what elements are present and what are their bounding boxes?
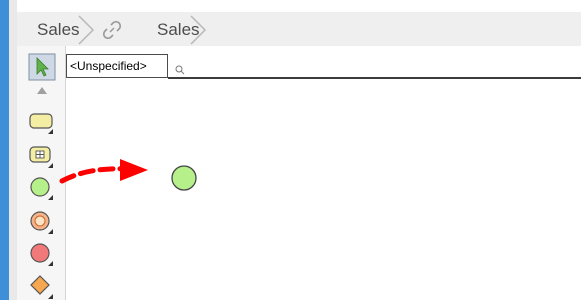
rounded-rect-icon xyxy=(29,113,53,134)
select-tool[interactable] xyxy=(27,52,57,82)
action-tool[interactable] xyxy=(27,108,57,138)
flow-final-tool[interactable] xyxy=(27,240,57,270)
breadcrumb: Sales Sales xyxy=(17,12,581,47)
green-circle-icon xyxy=(30,177,53,200)
breadcrumb-separator-icon xyxy=(190,15,207,45)
breadcrumb-item-sales[interactable]: Sales xyxy=(37,14,80,46)
model-field[interactable]: <Unspecified> xyxy=(66,54,168,78)
activity-icon xyxy=(29,146,53,168)
diamond-icon xyxy=(30,275,53,299)
initial-node-tool[interactable] xyxy=(27,174,57,204)
link-icon xyxy=(103,21,121,39)
triangle-up-icon xyxy=(37,87,47,94)
window-left-accent xyxy=(0,0,9,300)
canvas-separator xyxy=(168,77,581,79)
window-left-border xyxy=(9,0,17,300)
activity-tool[interactable] xyxy=(27,142,57,172)
initial-node-circle-icon[interactable] xyxy=(169,163,199,193)
scroll-up-tool[interactable] xyxy=(27,80,57,110)
selection-arrow-icon xyxy=(28,53,56,81)
orange-target-icon xyxy=(30,211,53,234)
red-dashed-arrow-icon xyxy=(59,159,148,184)
diagram-canvas[interactable]: <Unspecified> xyxy=(59,46,581,300)
search-icon[interactable] xyxy=(175,65,185,75)
red-circle-icon xyxy=(30,243,53,266)
decision-tool[interactable] xyxy=(27,272,57,302)
activity-final-tool[interactable] xyxy=(27,208,57,238)
breadcrumb-separator-icon xyxy=(78,15,95,45)
